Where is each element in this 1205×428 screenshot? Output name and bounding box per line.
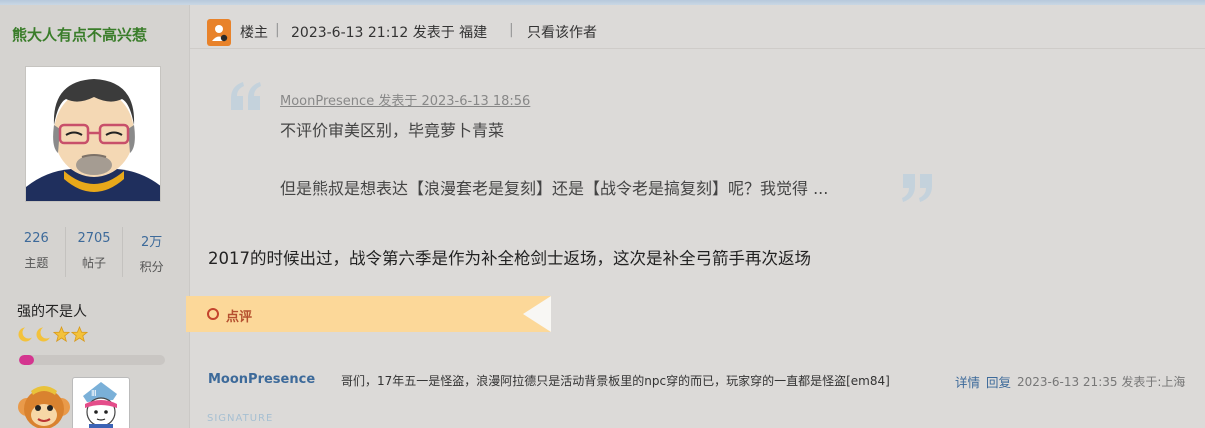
quote-line-2: 但是熊叔是想表达【浪漫套老是复刻】还是【战令老是搞复刻】呢？我觉得 ... bbox=[280, 179, 829, 198]
stat-topics-label: 主题 bbox=[24, 256, 49, 270]
op-icon bbox=[207, 19, 231, 46]
comment-detail-link[interactable]: 详情 bbox=[955, 372, 980, 391]
header-separator: | bbox=[509, 22, 514, 38]
author-sidebar: 熊大人有点不高兴惹 226 主题 2705 帖子 2万 积分 强的不是人 Ⅲ bbox=[0, 5, 190, 428]
stat-posts-value: 2705 bbox=[77, 231, 111, 246]
comment-reply-link[interactable]: 回复 bbox=[986, 372, 1011, 391]
level-progress-fill bbox=[19, 355, 34, 365]
quote-close-icon bbox=[898, 172, 936, 208]
medal-monkey-icon[interactable] bbox=[15, 377, 73, 428]
stat-points[interactable]: 2万 积分 bbox=[122, 227, 180, 277]
post-time: 2023-6-13 21:12 发表于 福建 bbox=[291, 25, 488, 41]
star-icon bbox=[71, 326, 88, 343]
header-separator: | bbox=[275, 22, 280, 38]
medal-character-icon[interactable]: Ⅲ bbox=[72, 377, 130, 428]
level-progress-bar bbox=[19, 355, 165, 365]
comment-ring-icon bbox=[207, 308, 219, 320]
author-stats: 226 主题 2705 帖子 2万 积分 bbox=[8, 227, 180, 277]
post-body-text: 2017的时候出过，战令第六季是作为补全枪剑士返场，这次是补全弓箭手再次返场 bbox=[208, 249, 811, 268]
avatar[interactable] bbox=[25, 66, 161, 202]
comment-author[interactable]: MoonPresence bbox=[208, 372, 315, 387]
comment-text: 哥们，17年五一是怪盗，浪漫阿拉德只是活动背景板里的npc穿的而已，玩家穿的一直… bbox=[341, 374, 890, 388]
comment-section-banner: 点评 bbox=[186, 296, 551, 332]
author-name[interactable]: 熊大人有点不高兴惹 bbox=[12, 24, 147, 45]
op-label: 楼主 bbox=[240, 25, 268, 41]
quote-open-icon bbox=[227, 80, 265, 116]
only-author-link[interactable]: 只看该作者 bbox=[527, 22, 597, 42]
moon-icon bbox=[18, 326, 34, 342]
post-header: 楼主 | 2023-6-13 21:12 发表于 福建 | 只看该作者 bbox=[190, 5, 1205, 49]
svg-text:Ⅲ: Ⅲ bbox=[91, 389, 97, 398]
quote-source-link[interactable]: MoonPresence 发表于 2023-6-13 18:56 bbox=[280, 90, 530, 109]
stat-points-label: 积分 bbox=[139, 260, 164, 274]
stat-points-value: 2万 bbox=[141, 235, 163, 250]
stat-posts-label: 帖子 bbox=[82, 256, 107, 270]
quote-line-1: 不评价审美区别，毕竟萝卜青菜 bbox=[280, 121, 505, 140]
comment-section-label: 点评 bbox=[226, 310, 253, 325]
star-icon bbox=[53, 326, 70, 343]
stat-posts[interactable]: 2705 帖子 bbox=[64, 227, 123, 277]
moon-icon bbox=[36, 326, 52, 342]
level-stars bbox=[17, 326, 88, 343]
stat-topics-value: 226 bbox=[23, 231, 49, 246]
stat-topics[interactable]: 226 主题 bbox=[8, 227, 65, 277]
banner-notch bbox=[523, 296, 551, 332]
user-title: 强的不是人 bbox=[17, 304, 87, 320]
comment-time: 2023-6-13 21:35 发表于:上海 bbox=[1017, 375, 1186, 389]
signature-label: SIGNATURE bbox=[207, 413, 274, 424]
